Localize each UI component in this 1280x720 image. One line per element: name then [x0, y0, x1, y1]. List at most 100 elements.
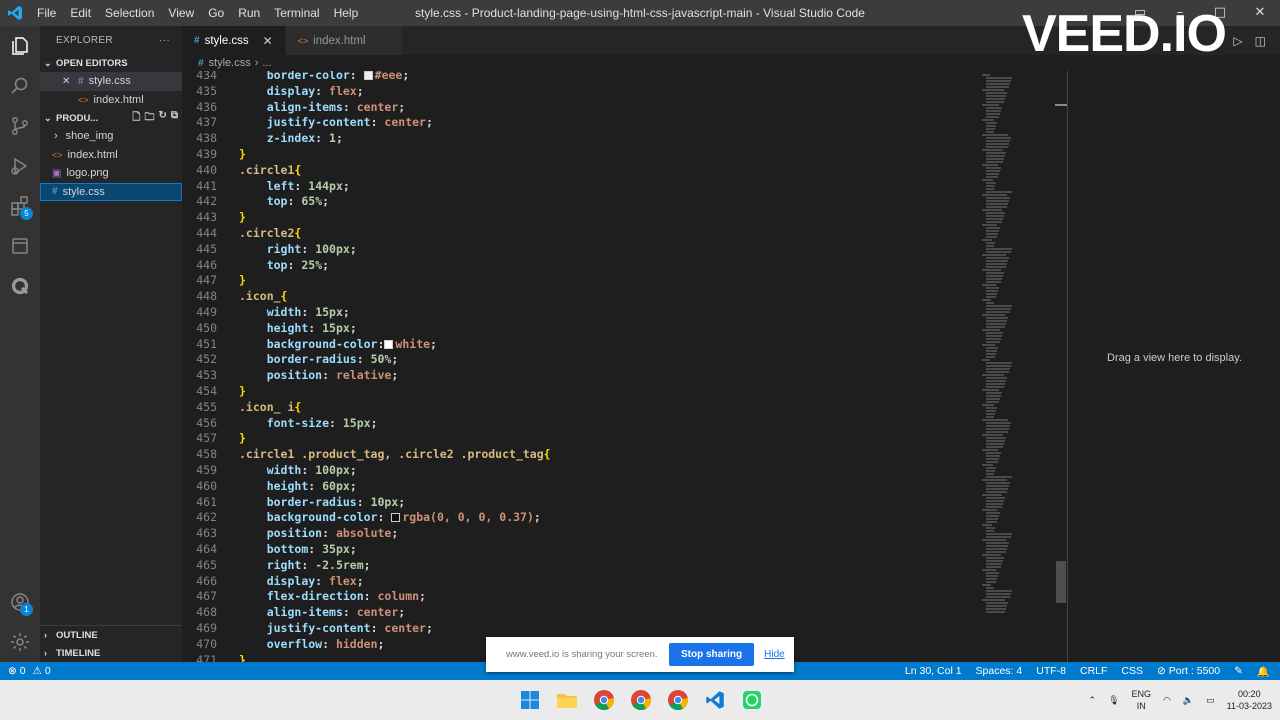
minimap-line	[986, 413, 995, 415]
chrome-icon[interactable]	[590, 686, 618, 714]
minimap-line	[982, 374, 1004, 376]
chrome-alt-icon[interactable]	[664, 686, 692, 714]
quokka-icon[interactable]	[0, 266, 40, 306]
vscode-taskbar-icon[interactable]	[701, 686, 729, 714]
whatsapp-icon[interactable]	[738, 686, 766, 714]
chrome-profile-icon[interactable]	[627, 686, 655, 714]
minimap-line	[982, 89, 1004, 91]
timeline-header[interactable]: › TIMELINE	[40, 644, 182, 662]
hide-banner-link[interactable]: Hide	[764, 649, 785, 660]
explorer-icon[interactable]	[0, 26, 40, 66]
minimap-line	[986, 458, 999, 460]
menu-file[interactable]: File	[30, 0, 63, 26]
new-file-icon[interactable]: 🗋	[132, 110, 140, 127]
menu-go[interactable]: Go	[201, 0, 231, 26]
extensions-icon[interactable]: 5	[0, 186, 40, 226]
language-mode[interactable]: CSS	[1121, 665, 1143, 677]
code-text: align-items: center;	[266, 605, 406, 620]
split-editor-icon[interactable]: ◫	[1255, 34, 1266, 48]
run-icon[interactable]: ▷	[1233, 34, 1242, 48]
minimap[interactable]	[977, 71, 1055, 662]
code-line: 454}	[182, 384, 977, 400]
explorer-sidebar: EXPLORER ··· ⌄ OPEN EDITORS ✕ # style.css <…	[40, 26, 182, 662]
minimap-line	[986, 146, 1008, 148]
minimap-line	[986, 158, 1004, 160]
file-tree-item[interactable]: # style.css	[40, 182, 182, 201]
project-folder-header[interactable]: ⌄ PRODU... 🗋 🗀 ↻ ⧉	[40, 109, 182, 127]
new-folder-icon[interactable]: 🗀	[144, 110, 154, 127]
problems-indicator[interactable]: ⊗ 0 ⚠ 0	[8, 665, 51, 677]
code-text: }	[239, 210, 246, 225]
menu-help[interactable]: Help	[327, 0, 366, 26]
settings-gear-icon[interactable]	[0, 622, 40, 662]
menu-selection[interactable]: Selection	[98, 0, 161, 26]
minimap-line	[986, 281, 1001, 283]
cursor-position[interactable]: Ln 30, Col 1	[905, 665, 962, 677]
search-icon[interactable]	[0, 66, 40, 106]
open-editor-item[interactable]: <> index.html	[40, 91, 182, 110]
wifi-icon[interactable]: ◠	[1163, 695, 1171, 706]
more-actions-icon[interactable]: ···	[159, 35, 170, 46]
minimap-line	[986, 356, 995, 358]
tab-index-html[interactable]: <> index.html	[285, 26, 403, 55]
minimap-line	[986, 293, 997, 295]
encoding[interactable]: UTF-8	[1036, 665, 1066, 677]
run-debug-icon[interactable]	[0, 146, 40, 186]
file-explorer-icon[interactable]	[553, 686, 581, 714]
menu-view[interactable]: View	[161, 0, 201, 26]
project-folder-label: PRODU...	[56, 112, 99, 124]
code-line: 464 bottom: 35px;	[182, 542, 977, 558]
menu-terminal[interactable]: Terminal	[267, 0, 326, 26]
minimap-line	[986, 401, 999, 403]
file-tree-item[interactable]: › shoe_img	[40, 127, 182, 146]
minimap-line	[986, 80, 1011, 82]
close-window-icon[interactable]: ✕	[1240, 0, 1280, 26]
start-windows-icon[interactable]	[516, 686, 544, 714]
minimap-line	[986, 182, 996, 184]
refresh-icon[interactable]: ↻	[158, 110, 166, 127]
minimap-line	[986, 371, 1009, 373]
outline-header[interactable]: › OUTLINE	[40, 626, 182, 644]
breadcrumb-rest[interactable]: ...	[262, 57, 271, 69]
minimap-line	[986, 296, 996, 298]
empty-editor-group[interactable]: Drag a view here to display.	[1067, 71, 1280, 662]
open-editors-header[interactable]: ⌄ OPEN EDITORS	[40, 54, 182, 72]
close-tab-icon[interactable]: ✕	[263, 34, 275, 48]
editor-scrollbar[interactable]	[1055, 71, 1067, 662]
source-control-icon[interactable]	[0, 106, 40, 146]
code-editor[interactable]: 434 border-color: #eee; 435 display: flex…	[182, 71, 1055, 662]
menu-edit[interactable]: Edit	[63, 0, 98, 26]
code-text: }	[239, 652, 246, 662]
tab-style-css[interactable]: # style.css ✕	[182, 26, 286, 55]
stop-sharing-button[interactable]: Stop sharing	[669, 643, 755, 666]
indentation[interactable]: Spaces: 4	[976, 665, 1023, 677]
close-icon[interactable]: ✕	[62, 76, 78, 87]
timeline-label: TIMELINE	[56, 647, 101, 659]
open-editor-item[interactable]: ✕ # style.css	[40, 72, 182, 91]
chevron-up-icon[interactable]: ⌃	[1089, 695, 1097, 706]
collapse-all-icon[interactable]: ⧉	[171, 110, 178, 127]
accounts-icon[interactable]: 1	[0, 582, 40, 622]
file-tree-item[interactable]: ▣ logo.png	[40, 164, 182, 183]
notifications-bell-icon[interactable]: 🔔	[1257, 665, 1270, 678]
remote-explorer-icon[interactable]	[0, 226, 40, 266]
file-tree-item[interactable]: <> index.html	[40, 146, 182, 165]
clock[interactable]: 00:20 11-03-2023	[1227, 688, 1272, 712]
code-line: 440 .circle1{	[182, 163, 977, 179]
minimap-line	[986, 206, 1007, 208]
line-ending[interactable]: CRLF	[1080, 665, 1107, 677]
breadcrumb-file[interactable]: style.css	[209, 57, 251, 69]
volume-icon[interactable]: 🔈	[1183, 695, 1194, 706]
language-indicator[interactable]: ENG IN	[1132, 688, 1152, 712]
line-number: 463	[196, 526, 217, 541]
minimap-line	[986, 521, 997, 523]
feedback-icon[interactable]: ✎	[1234, 665, 1243, 677]
minimap-line	[986, 353, 996, 355]
scrollbar-thumb[interactable]	[1056, 561, 1066, 603]
minimap-line	[986, 308, 1011, 310]
live-server-port[interactable]: ⊘ Port : 5500	[1157, 665, 1220, 677]
microphone-icon[interactable]: 🎙	[1108, 695, 1119, 706]
menu-run[interactable]: Run	[231, 0, 267, 26]
code-line: 444 .circle2{	[182, 226, 977, 242]
battery-icon[interactable]: ▭	[1206, 695, 1215, 706]
